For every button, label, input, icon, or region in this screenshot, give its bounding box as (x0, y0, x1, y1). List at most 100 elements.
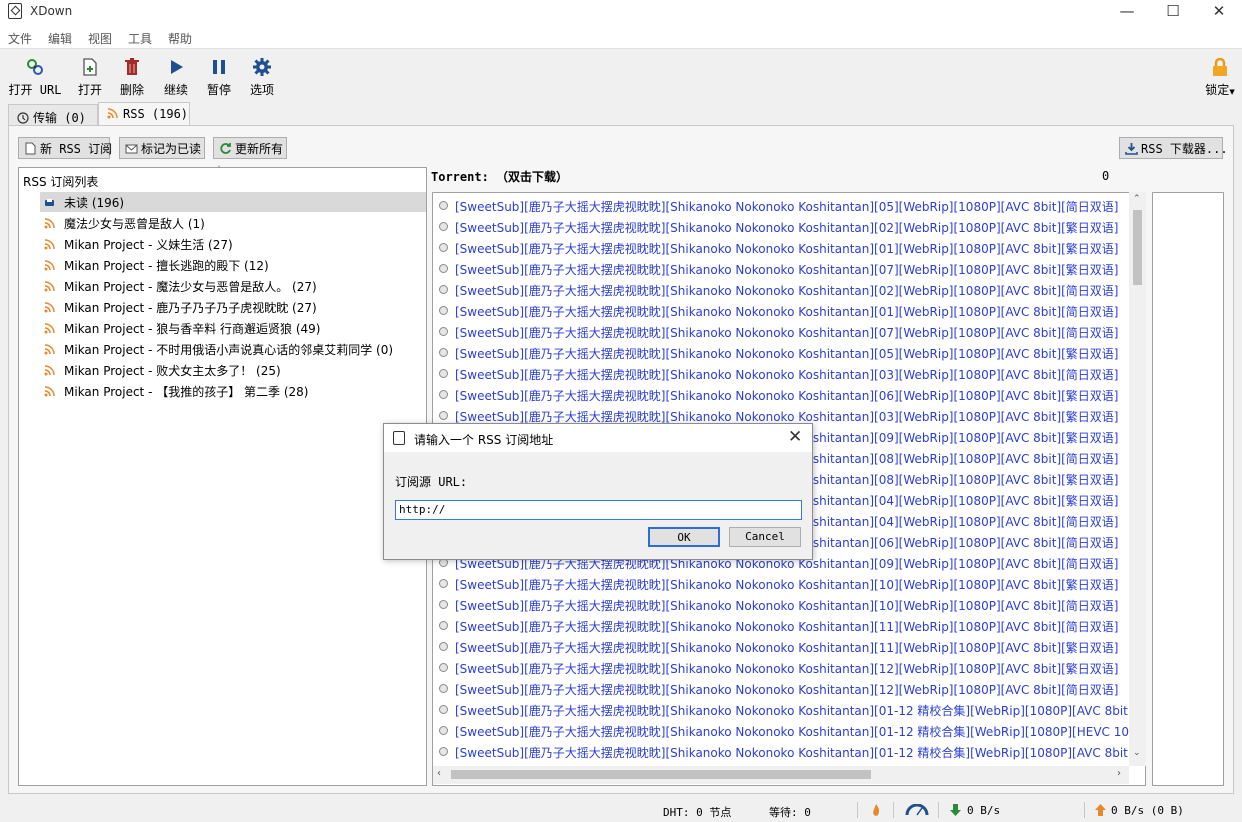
status-divider (938, 802, 939, 818)
menu-edit[interactable]: 编辑 (48, 30, 72, 47)
status-dot-icon (439, 579, 448, 588)
feed-item-label: Mikan Project - 【我推的孩子】 第二季 (28) (64, 385, 309, 399)
feed-item[interactable]: Mikan Project - 【我推的孩子】 第二季 (28) (40, 381, 426, 401)
torrent-row[interactable]: [SweetSub][鹿乃子大摇大摆虎视眈眈][Shikanoko Nokono… (439, 258, 1129, 279)
status-dot-icon (439, 726, 448, 735)
menu-file[interactable]: 文件 (8, 30, 32, 47)
tab-rss[interactable]: RSS (196) (98, 102, 190, 126)
scroll-right-icon[interactable]: › (1117, 768, 1121, 779)
menu-view[interactable]: 视图 (88, 30, 112, 47)
torrent-row[interactable]: [SweetSub][鹿乃子大摇大摆虎视眈眈][Shikanoko Nokono… (439, 321, 1129, 342)
torrent-title: [SweetSub][鹿乃子大摇大摆虎视眈眈][Shikanoko Nokono… (455, 704, 1129, 718)
torrent-row[interactable]: [SweetSub][鹿乃子大摇大摆虎视眈眈][Shikanoko Nokono… (439, 657, 1129, 678)
rss-icon (44, 281, 55, 292)
feed-item[interactable]: Mikan Project - 魔法少女与恶曾是敌人。 (27) (40, 276, 426, 296)
torrent-label: Torrent: （双击下载） (431, 170, 569, 184)
window-title: XDown (30, 4, 73, 18)
transfer-icon (17, 112, 29, 124)
cancel-button[interactable]: Cancel (729, 527, 801, 547)
rss-icon (44, 386, 55, 397)
open-url-button[interactable]: 打开 URL (8, 55, 62, 99)
resume-button[interactable]: 继续 (160, 55, 192, 99)
torrent-title: [SweetSub][鹿乃子大摇大摆虎视眈眈][Shikanoko Nokono… (455, 284, 1119, 298)
feed-item[interactable]: 魔法少女与恶曾是敌人 (1) (40, 213, 426, 233)
menu-bar: 文件 编辑 视图 工具 帮助 (0, 26, 1242, 48)
feed-item[interactable]: Mikan Project - 狼与香辛料 行商邂逅贤狼 (49) (40, 318, 426, 338)
torrent-title: [SweetSub][鹿乃子大摇大摆虎视眈眈][Shikanoko Nokono… (455, 662, 1119, 676)
torrent-row[interactable]: [SweetSub][鹿乃子大摇大摆虎视眈眈][Shikanoko Nokono… (439, 300, 1129, 321)
torrent-row[interactable]: [SweetSub][鹿乃子大摇大摆虎视眈眈][Shikanoko Nokono… (439, 741, 1129, 762)
torrent-row[interactable]: [SweetSub][鹿乃子大摇大摆虎视眈眈][Shikanoko Nokono… (439, 216, 1129, 237)
delete-button[interactable]: 删除 (116, 55, 148, 99)
scroll-thumb[interactable] (451, 770, 871, 779)
feed-item[interactable]: Mikan Project - 鹿乃子乃子乃子虎视眈眈 (27) (40, 297, 426, 317)
torrent-row[interactable]: [SweetSub][鹿乃子大摇大摆虎视眈眈][Shikanoko Nokono… (439, 279, 1129, 300)
torrent-title: [SweetSub][鹿乃子大摇大摆虎视眈眈][Shikanoko Nokono… (455, 368, 1119, 382)
tab-transfer[interactable]: 传输 (0) (8, 104, 98, 126)
status-dot-icon (439, 264, 448, 273)
maximize-button[interactable]: ☐ (1150, 0, 1196, 26)
torrent-row[interactable]: [SweetSub][鹿乃子大摇大摆虎视眈眈][Shikanoko Nokono… (439, 195, 1129, 216)
play-icon (171, 60, 183, 74)
torrent-row[interactable]: [SweetSub][鹿乃子大摇大摆虎视眈眈][Shikanoko Nokono… (439, 573, 1129, 594)
torrent-title: [SweetSub][鹿乃子大摇大摆虎视眈眈][Shikanoko Nokono… (455, 326, 1119, 340)
open-button[interactable]: 打开 (74, 55, 106, 99)
status-dot-icon (439, 705, 448, 714)
rss-icon (44, 302, 55, 313)
mark-read-button[interactable]: 标记为已读 (119, 137, 205, 159)
status-dot-icon (439, 327, 448, 336)
trash-icon (125, 58, 139, 75)
dialog-close-icon[interactable]: ✕ (788, 427, 802, 447)
torrent-vertical-scrollbar[interactable]: ⌃ ⌄ (1129, 192, 1146, 766)
feed-item[interactable]: Mikan Project - 败犬女主太多了！ (25) (40, 360, 426, 380)
torrent-row[interactable]: [SweetSub][鹿乃子大摇大摆虎视眈眈][Shikanoko Nokono… (439, 384, 1129, 405)
toolbar: 打开 URL 打开 删除 继续 暂停 选项 锁定▼ (0, 48, 1242, 100)
url-input[interactable]: http:// (395, 500, 802, 520)
menu-help[interactable]: 帮助 (168, 30, 192, 47)
torrent-row[interactable]: [SweetSub][鹿乃子大摇大摆虎视眈眈][Shikanoko Nokono… (439, 678, 1129, 699)
feed-item[interactable]: Mikan Project - 不时用俄语小声说真心话的邻桌艾莉同学 (0) (40, 339, 426, 359)
torrent-row[interactable]: [SweetSub][鹿乃子大摇大摆虎视眈眈][Shikanoko Nokono… (439, 363, 1129, 384)
rss-icon (44, 344, 55, 355)
menu-tools[interactable]: 工具 (128, 30, 152, 47)
open-file-icon (83, 58, 97, 76)
pause-button[interactable]: 暂停 (203, 55, 235, 99)
feed-list-header: RSS 订阅列表 (23, 175, 99, 189)
torrent-row[interactable]: [SweetSub][鹿乃子大摇大摆虎视眈眈][Shikanoko Nokono… (439, 594, 1129, 615)
dialog-title: 请输入一个 RSS 订阅地址 (414, 433, 554, 447)
torrent-row[interactable]: [SweetSub][鹿乃子大摇大摆虎视眈眈][Shikanoko Nokono… (439, 636, 1129, 657)
scroll-left-icon[interactable]: ‹ (437, 768, 441, 779)
feed-item[interactable]: Mikan Project - 擅长逃跑的殿下 (12) (40, 255, 426, 275)
flame-icon (873, 804, 880, 816)
minimize-button[interactable]: — (1104, 0, 1150, 26)
ok-button[interactable]: OK (648, 527, 720, 547)
status-dot-icon (439, 684, 448, 693)
new-document-icon (25, 142, 36, 155)
options-button[interactable]: 选项 (246, 55, 278, 99)
torrent-row[interactable]: [SweetSub][鹿乃子大摇大摆虎视眈眈][Shikanoko Nokono… (439, 615, 1129, 636)
status-dot-icon (439, 201, 448, 210)
dialog-title-bar: 请输入一个 RSS 订阅地址 ✕ (384, 424, 812, 452)
feed-item[interactable]: Mikan Project - 义妹生活 (27) (40, 234, 426, 254)
sort-indicator-icon: ˅ (217, 165, 221, 174)
status-bar: DHT: 0 节点 等待: 0 0 B/s 0 B/s (0 B) (0, 798, 1242, 822)
torrent-row[interactable]: [SweetSub][鹿乃子大摇大摆虎视眈眈][Shikanoko Nokono… (439, 342, 1129, 363)
torrent-row[interactable]: [SweetSub][鹿乃子大摇大摆虎视眈眈][Shikanoko Nokono… (439, 237, 1129, 258)
speed-gauge-icon (905, 804, 929, 816)
status-dot-icon (439, 747, 448, 756)
status-dot-icon (439, 348, 448, 357)
scroll-down-icon[interactable]: ⌄ (1133, 748, 1141, 758)
feed-item-unread[interactable]: 未读 (196) (40, 192, 426, 212)
url-label: 订阅源 URL: (395, 475, 468, 489)
new-rss-button[interactable]: 新 RSS 订阅 (18, 137, 112, 159)
close-button[interactable]: ✕ (1196, 0, 1242, 26)
rss-icon (44, 323, 55, 334)
scroll-thumb[interactable] (1133, 210, 1142, 285)
torrent-row[interactable]: [SweetSub][鹿乃子大摇大摆虎视眈眈][Shikanoko Nokono… (439, 699, 1129, 720)
scroll-up-icon[interactable]: ⌃ (1133, 194, 1141, 204)
lock-button[interactable]: 锁定▼ (1202, 55, 1238, 99)
torrent-horizontal-scrollbar[interactable]: ‹ › (433, 766, 1129, 784)
torrent-row[interactable]: [SweetSub][鹿乃子大摇大摆虎视眈眈][Shikanoko Nokono… (439, 720, 1129, 741)
refresh-all-button[interactable]: 更新所有 (213, 137, 287, 159)
rss-downloader-button[interactable]: RSS 下载器... (1119, 137, 1228, 159)
